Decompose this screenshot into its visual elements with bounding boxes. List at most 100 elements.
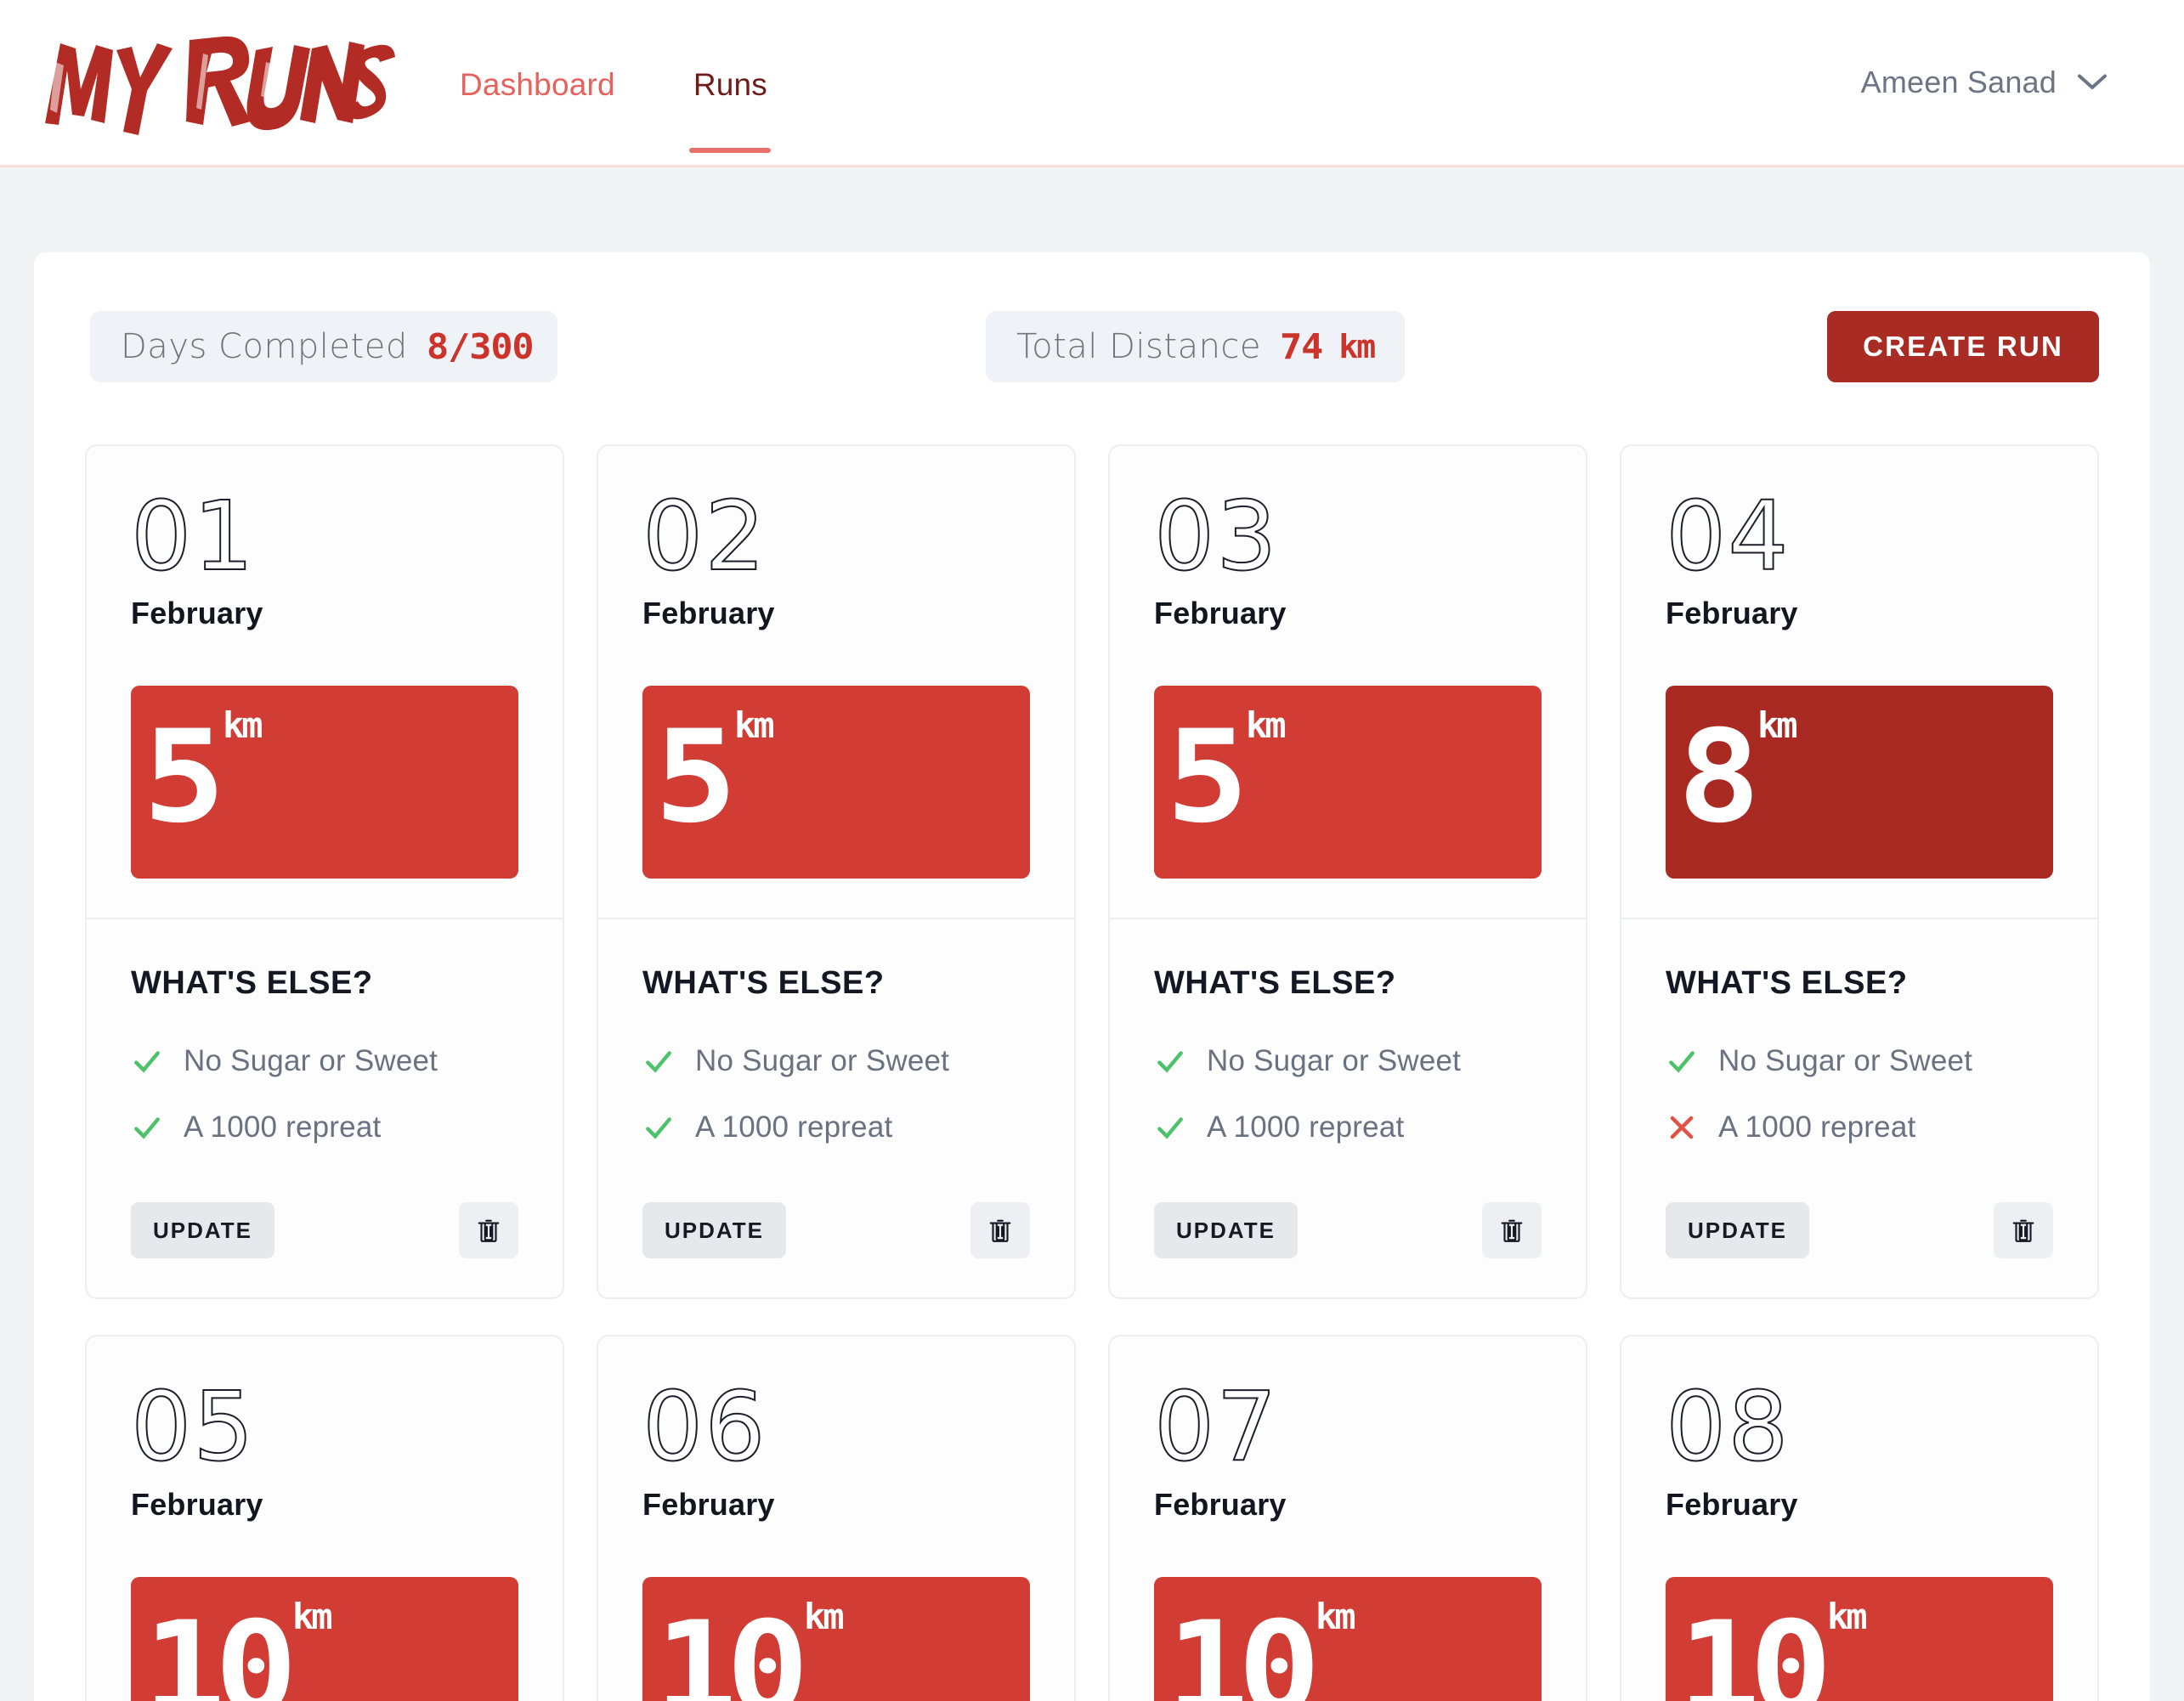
days-completed-label: Days Completed <box>121 327 408 366</box>
run-card-02[interactable]: 02 February 5 km WHAT'S ELSE? No Sugar or… <box>597 444 1076 1300</box>
run-day-number: 02 <box>642 482 767 592</box>
run-card-body: WHAT'S ELSE? No Sugar or Sweet A 1000 rep… <box>1621 919 2097 1297</box>
habit-label: A 1000 repreat <box>1718 1110 1916 1144</box>
nav-item-runs[interactable]: Runs <box>654 69 806 104</box>
run-distance-unit: km <box>804 1595 845 1637</box>
total-distance-label: Total Distance <box>1016 327 1262 366</box>
whats-else-heading: WHAT'S ELSE? <box>1154 965 1396 1002</box>
habit-label: No Sugar or Sweet <box>184 1044 438 1078</box>
trash-icon <box>2012 1219 2034 1243</box>
check-icon <box>1669 1051 1695 1073</box>
habit-row: A 1000 repreat <box>1666 1105 2053 1150</box>
run-month: February <box>1154 596 1287 631</box>
stats-bar: Days Completed 8/300 Total Distance 74 k… <box>85 300 2099 393</box>
run-card-03[interactable]: 03 February 5 km WHAT'S ELSE? No Sugar or… <box>1108 444 1587 1300</box>
update-run-button[interactable]: UPDATE <box>1154 1202 1298 1259</box>
run-distance-value: 5 <box>143 704 226 852</box>
trash-icon <box>478 1219 500 1243</box>
run-distance-unit: km <box>1246 704 1287 747</box>
update-run-button[interactable]: UPDATE <box>1666 1202 1809 1259</box>
run-card-01[interactable]: 01 February 5 km WHAT'S ELSE? No Sugar or… <box>85 444 564 1300</box>
check-icon <box>646 1051 671 1073</box>
stat-days-completed: Days Completed 8/300 <box>90 311 558 382</box>
delete-run-button[interactable] <box>1994 1202 2053 1259</box>
stat-total-distance: Total Distance 74 km <box>986 311 1406 382</box>
check-icon <box>1157 1051 1183 1073</box>
create-run-button[interactable]: CREATE RUN <box>1827 311 2099 382</box>
run-day-number: 06 <box>642 1372 767 1483</box>
run-card-body: WHAT'S ELSE? No Sugar or Sweet A 1000 rep… <box>87 919 563 1297</box>
habit-label: A 1000 repreat <box>695 1110 893 1144</box>
run-distance-badge: 10 km <box>642 1576 1030 1701</box>
trash-icon <box>1501 1219 1523 1243</box>
run-distance-badge: 5 km <box>131 686 518 879</box>
delete-run-button[interactable] <box>1482 1202 1542 1259</box>
check-icon <box>646 1117 671 1139</box>
days-completed-value: 8/300 <box>426 326 535 367</box>
run-distance-badge: 8 km <box>1666 686 2053 879</box>
run-card-actions: UPDATE <box>1666 1202 2053 1259</box>
run-distance-value: 8 <box>1678 704 1761 852</box>
run-day-number: 04 <box>1665 482 1791 592</box>
my-runs-logo-icon <box>45 36 395 135</box>
runs-grid: 01 February 5 km WHAT'S ELSE? No Sugar or… <box>85 444 2099 1701</box>
habit-checklist: No Sugar or Sweet A 1000 repreat <box>1154 1039 1542 1172</box>
run-distance-unit: km <box>1827 1595 1868 1637</box>
chevron-down-icon <box>2078 74 2107 89</box>
run-card-08[interactable]: 08 February 10km WHAT'S ELSE? No Sugar o… <box>1620 1335 2099 1701</box>
run-distance-unit: km <box>734 704 775 747</box>
user-name: Ameen Sanad <box>1860 65 2057 99</box>
run-card-header: 06 February 10 km <box>598 1336 1074 1701</box>
whats-else-heading: WHAT'S ELSE? <box>1666 965 1908 1002</box>
app-logo[interactable] <box>38 27 395 138</box>
check-icon <box>1157 1117 1183 1139</box>
habit-checklist: No Sugar or Sweet A 1000 repreat <box>131 1039 518 1172</box>
run-distance-unit: km <box>292 1595 333 1637</box>
run-distance-value: 10 <box>654 1594 809 1701</box>
total-distance-value: 74 <box>1280 326 1323 367</box>
run-day-number: 07 <box>1153 1372 1279 1483</box>
trash-icon <box>989 1219 1011 1243</box>
run-card-actions: UPDATE <box>131 1202 518 1259</box>
main-nav: Dashboard Runs <box>421 0 806 165</box>
update-run-button[interactable]: UPDATE <box>131 1202 274 1259</box>
check-icon <box>134 1051 160 1073</box>
delete-run-button[interactable] <box>459 1202 518 1259</box>
run-card-header: 02 February 5 km <box>598 446 1074 920</box>
run-distance-badge: 10 km <box>1666 1576 2053 1701</box>
run-day-number: 01 <box>130 482 256 592</box>
habit-checklist: No Sugar or Sweet A 1000 repreat <box>1666 1039 2053 1172</box>
habit-row: No Sugar or Sweet <box>1666 1039 2053 1083</box>
habit-checklist: No Sugar or Sweet A 1000 repreat <box>642 1039 1030 1172</box>
habit-row: No Sugar or Sweet <box>131 1039 518 1083</box>
run-card-actions: UPDATE <box>1154 1202 1542 1259</box>
run-distance-unit: km <box>1315 1595 1356 1637</box>
run-card-body: WHAT'S ELSE? No Sugar or Sweet A 1000 rep… <box>598 919 1074 1297</box>
run-card-actions: UPDATE <box>642 1202 1030 1259</box>
run-card-header: 03 February 5 km <box>1110 446 1586 920</box>
run-distance-badge: 10 km <box>1154 1576 1542 1701</box>
habit-row: A 1000 repreat <box>131 1105 518 1150</box>
run-card-header: 08 February 10 km <box>1621 1336 2097 1701</box>
update-run-button[interactable]: UPDATE <box>642 1202 786 1259</box>
run-distance-value: 5 <box>1166 704 1249 852</box>
run-card-04[interactable]: 04 February 8 km WHAT'S ELSE? No Sugar or… <box>1620 444 2099 1300</box>
habit-label: No Sugar or Sweet <box>1718 1044 1973 1078</box>
habit-label: No Sugar or Sweet <box>1207 1044 1462 1078</box>
run-distance-value: 10 <box>1166 1594 1321 1701</box>
run-card-05[interactable]: 05 February 10km WHAT'S ELSE? No Sugar o… <box>85 1335 564 1701</box>
run-month: February <box>131 596 263 631</box>
whats-else-heading: WHAT'S ELSE? <box>131 965 373 1002</box>
delete-run-button[interactable] <box>970 1202 1030 1259</box>
run-card-06[interactable]: 06 February 10km WHAT'S ELSE? No Sugar o… <box>597 1335 1076 1701</box>
run-distance-badge: 5 km <box>642 686 1030 879</box>
habit-label: No Sugar or Sweet <box>695 1044 950 1078</box>
nav-item-dashboard[interactable]: Dashboard <box>421 69 654 104</box>
run-month: February <box>642 596 775 631</box>
user-menu[interactable]: Ameen Sanad <box>1861 65 2133 100</box>
run-day-number: 05 <box>130 1372 256 1483</box>
run-distance-value: 10 <box>143 1594 297 1701</box>
run-day-number: 03 <box>1153 482 1279 592</box>
habit-label: A 1000 repreat <box>184 1110 382 1144</box>
run-card-07[interactable]: 07 February 10km WHAT'S ELSE? No Sugar o… <box>1108 1335 1587 1701</box>
